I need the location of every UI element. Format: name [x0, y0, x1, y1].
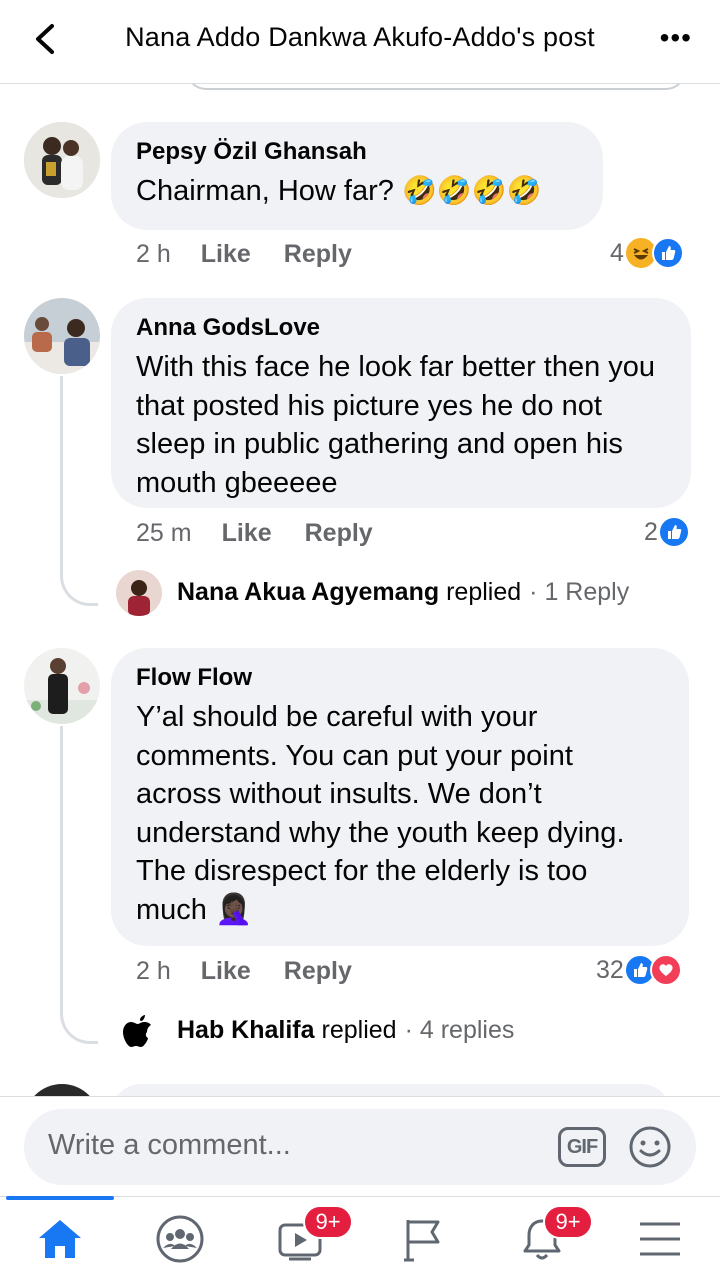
- reply-button[interactable]: Reply: [284, 240, 352, 269]
- pages-icon[interactable]: [392, 1211, 452, 1267]
- reaction-summary[interactable]: 4: [610, 236, 684, 270]
- comment-text: With this face he look far better then y…: [136, 351, 656, 499]
- reaction-summary[interactable]: 32: [596, 954, 682, 986]
- page-title: Nana Addo Dankwa Akufo-Addo's post: [125, 22, 595, 52]
- reply-button[interactable]: Reply: [284, 957, 352, 986]
- like-icon: [657, 516, 690, 548]
- view-replies-link[interactable]: Hab Khalifa replied · 4 replies: [177, 1016, 514, 1045]
- avatar[interactable]: [24, 122, 100, 198]
- love-icon: [649, 954, 682, 986]
- reaction-count: 2: [644, 517, 658, 546]
- reaction-summary[interactable]: 2: [644, 516, 690, 548]
- reply-button[interactable]: Reply: [305, 519, 373, 548]
- emoji: 🤣🤣🤣🤣: [401, 175, 542, 206]
- thread-line: [60, 726, 98, 1044]
- reaction-count: 4: [610, 238, 624, 267]
- reply-count: · 4 replies: [404, 1016, 515, 1044]
- comment-time[interactable]: 2 h: [136, 957, 171, 986]
- comment-input[interactable]: Write a comment... GIF: [24, 1109, 696, 1185]
- replied-label: replied: [446, 578, 522, 606]
- comment-author[interactable]: Anna GodsLove: [136, 314, 667, 342]
- notifications-badge: 9+: [543, 1205, 593, 1239]
- menu-icon[interactable]: [630, 1211, 690, 1267]
- post-header: Nana Addo Dankwa Akufo-Addo's post •••: [0, 0, 720, 84]
- replier-name: Nana Akua Agyemang: [177, 578, 440, 606]
- avatar[interactable]: [24, 648, 100, 724]
- smiley-icon[interactable]: [628, 1125, 672, 1169]
- bottom-tab-bar: 9+ 9+: [0, 1196, 720, 1280]
- comment-bubble: Pepsy Özil Ghansah Chairman, How far? 🤣🤣…: [111, 122, 603, 230]
- comment-author[interactable]: Pepsy Özil Ghansah: [136, 138, 579, 166]
- comment-time[interactable]: 25 m: [136, 519, 192, 548]
- comment-composer: Write a comment... GIF: [0, 1096, 720, 1196]
- reaction-count: 32: [596, 955, 624, 984]
- comment-meta: 2 h Like Reply: [136, 240, 385, 269]
- more-options-icon[interactable]: •••: [660, 22, 692, 54]
- apple-logo-icon: [123, 1015, 151, 1047]
- comment-bubble: Flow Flow Y’al should be careful with yo…: [111, 648, 689, 946]
- gif-button[interactable]: GIF: [558, 1127, 606, 1167]
- comment-text: Y’al should be careful with your comment…: [136, 701, 625, 926]
- replier-name: Hab Khalifa: [177, 1016, 315, 1044]
- like-button[interactable]: Like: [201, 240, 251, 269]
- reply-count: · 1 Reply: [529, 578, 630, 606]
- avatar[interactable]: [116, 1008, 162, 1054]
- comment-meta: 25 m Like Reply: [136, 519, 406, 548]
- comment-bubble: Anna GodsLove With this face he look far…: [111, 298, 691, 508]
- active-tab-indicator: [6, 1196, 114, 1200]
- comment-text: Chairman, How far? 🤣🤣🤣🤣: [136, 175, 542, 207]
- like-icon: [651, 237, 684, 269]
- emoji: 🤦🏿‍♀️: [214, 892, 253, 926]
- comment-time[interactable]: 2 h: [136, 240, 171, 269]
- like-button[interactable]: Like: [201, 957, 251, 986]
- comment-author[interactable]: Flow Flow: [136, 664, 665, 692]
- like-button[interactable]: Like: [222, 519, 272, 548]
- comment-placeholder: Write a comment...: [48, 1129, 291, 1161]
- thread-line: [60, 376, 98, 606]
- groups-icon[interactable]: [150, 1211, 210, 1267]
- avatar[interactable]: [116, 570, 162, 616]
- home-icon[interactable]: [30, 1211, 90, 1267]
- comment-meta: 2 h Like Reply: [136, 957, 385, 986]
- replied-label: replied: [321, 1016, 397, 1044]
- view-replies-link[interactable]: Nana Akua Agyemang replied · 1 Reply: [177, 578, 629, 607]
- avatar[interactable]: [24, 298, 100, 374]
- watch-badge: 9+: [303, 1205, 353, 1239]
